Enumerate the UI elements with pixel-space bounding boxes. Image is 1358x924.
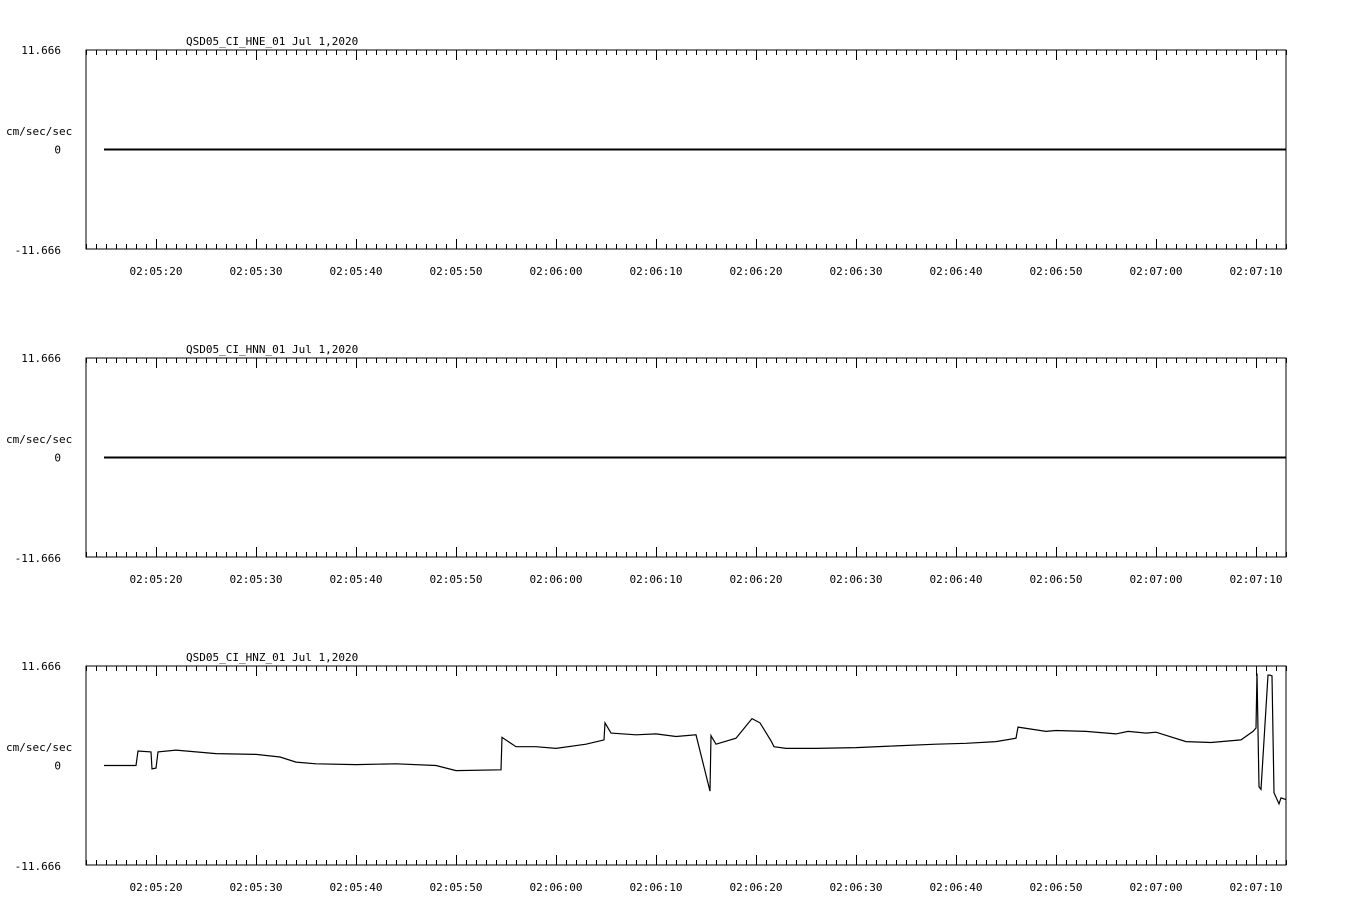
x-tick-label: 02:06:50	[1030, 573, 1083, 586]
x-tick-label: 02:07:10	[1230, 881, 1283, 894]
x-tick-label: 02:07:10	[1230, 573, 1283, 586]
x-tick-label: 02:06:10	[630, 265, 683, 278]
x-tick-label: 02:06:20	[730, 881, 783, 894]
x-tick-label: 02:07:00	[1130, 881, 1183, 894]
x-tick-label: 02:06:40	[930, 573, 983, 586]
y-tick-label: -11.666	[15, 552, 61, 565]
chart-panel-2: QSD05_CI_HNN_01 Jul 1,2020 cm/sec/sec 11.6…	[6, 343, 1287, 586]
x-tick-label: 02:07:00	[1130, 265, 1183, 278]
chart-title: QSD05_CI_HNE_01 Jul 1,2020	[186, 35, 358, 48]
x-tick-label: 02:06:00	[530, 573, 583, 586]
x-tick-label: 02:06:50	[1030, 265, 1083, 278]
x-tick-label: 02:07:00	[1130, 573, 1183, 586]
x-tick-label: 02:06:40	[930, 265, 983, 278]
x-tick-label: 02:06:10	[630, 573, 683, 586]
x-tick-label: 02:06:20	[730, 573, 783, 586]
x-axis-ticks	[86, 666, 1287, 865]
x-tick-label: 02:05:40	[330, 265, 383, 278]
x-tick-label: 02:05:50	[430, 573, 483, 586]
y-tick-label: -11.666	[15, 244, 61, 257]
x-tick-label: 02:05:50	[430, 881, 483, 894]
x-tick-label: 02:05:30	[230, 881, 283, 894]
chart-title: QSD05_CI_HNZ_01 Jul 1,2020	[186, 651, 358, 664]
y-tick-label: 11.666	[21, 660, 61, 673]
x-tick-label: 02:06:50	[1030, 881, 1083, 894]
x-tick-label: 02:06:40	[930, 881, 983, 894]
x-tick-label: 02:06:30	[830, 881, 883, 894]
waveform-trace	[104, 673, 1287, 806]
y-tick-label: 0	[54, 144, 61, 157]
y-tick-label: 11.666	[21, 44, 61, 57]
chart-title: QSD05_CI_HNN_01 Jul 1,2020	[186, 343, 358, 356]
chart-panel-3: QSD05_CI_HNZ_01 Jul 1,2020 cm/sec/sec 11.6…	[6, 651, 1287, 894]
x-tick-label: 02:05:50	[430, 265, 483, 278]
x-tick-label: 02:05:40	[330, 573, 383, 586]
x-tick-label: 02:06:30	[830, 573, 883, 586]
x-tick-label: 02:05:30	[230, 265, 283, 278]
y-tick-label: -11.666	[15, 860, 61, 873]
y-tick-label: 0	[54, 760, 61, 773]
y-axis-label: cm/sec/sec	[6, 741, 72, 754]
seismogram-charts: QSD05_CI_HNE_01 Jul 1,2020 cm/sec/sec 11.6…	[6, 35, 1287, 894]
y-axis-label: cm/sec/sec	[6, 125, 72, 138]
x-tick-label: 02:05:30	[230, 573, 283, 586]
y-tick-label: 0	[54, 452, 61, 465]
x-tick-label: 02:06:00	[530, 881, 583, 894]
x-tick-label: 02:06:10	[630, 881, 683, 894]
x-tick-label: 02:05:20	[130, 265, 183, 278]
chart-panel-1: QSD05_CI_HNE_01 Jul 1,2020 cm/sec/sec 11.6…	[6, 35, 1287, 278]
x-tick-label: 02:07:10	[1230, 265, 1283, 278]
x-tick-label: 02:06:20	[730, 265, 783, 278]
x-tick-label: 02:05:20	[130, 881, 183, 894]
x-tick-label: 02:05:40	[330, 881, 383, 894]
y-tick-label: 11.666	[21, 352, 61, 365]
x-tick-label: 02:06:00	[530, 265, 583, 278]
x-tick-label: 02:06:30	[830, 265, 883, 278]
y-axis-label: cm/sec/sec	[6, 433, 72, 446]
plot-frame	[85, 665, 1287, 866]
x-tick-label: 02:05:20	[130, 573, 183, 586]
